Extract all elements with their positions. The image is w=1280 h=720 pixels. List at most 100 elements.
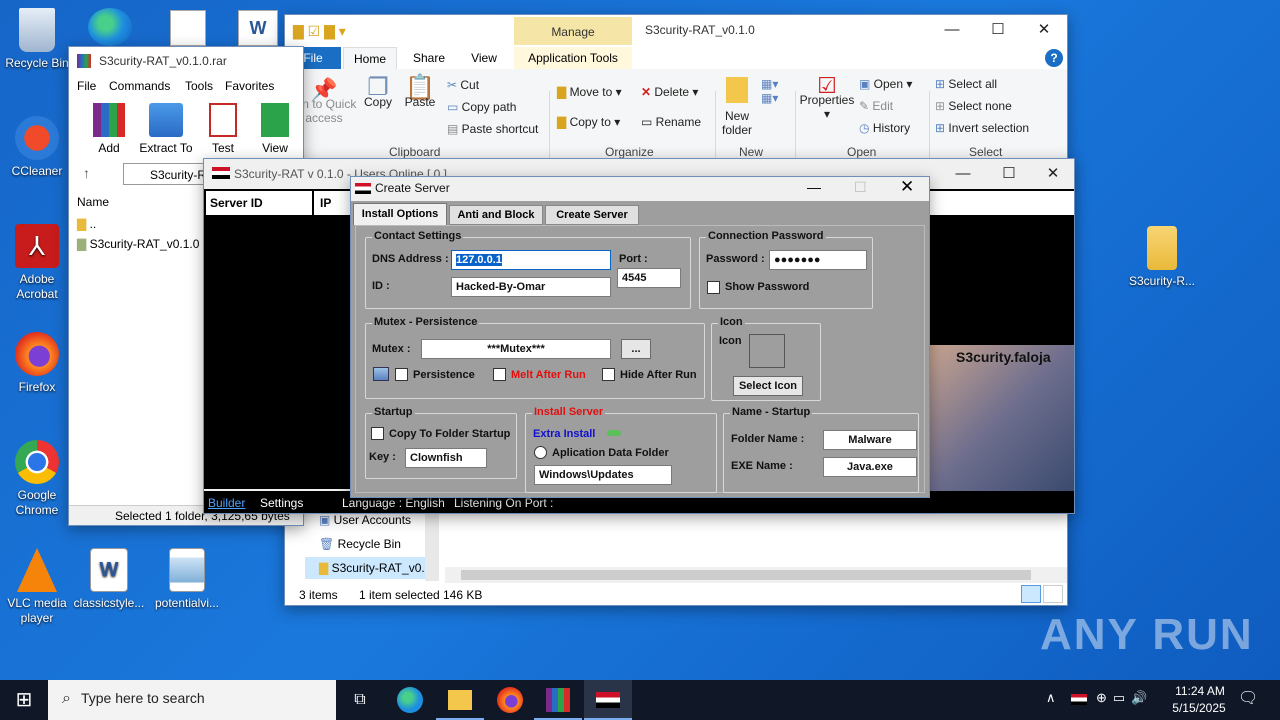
properties-button[interactable]: ☑ Properties ▾ [799, 75, 855, 122]
melt-after-run-checkbox[interactable] [493, 368, 506, 381]
ccleaner-desktop-icon[interactable]: CCleaner [0, 116, 74, 179]
builder-tab[interactable]: Builder [208, 496, 245, 510]
key-input[interactable]: Clownfish [405, 448, 487, 468]
adobe-acrobat-desktop-icon[interactable]: ⅄ Adobe Acrobat [0, 224, 74, 302]
select-none-button[interactable]: ⊞ Select none [935, 99, 1012, 113]
taskbar-firefox[interactable] [486, 680, 534, 720]
word-desktop-icon[interactable]: W [238, 10, 278, 46]
tab-share[interactable]: Share [407, 47, 451, 69]
edge-desktop-icon[interactable] [88, 8, 132, 46]
column-name[interactable]: Name [77, 195, 109, 209]
port-input[interactable]: 4545 [617, 268, 681, 288]
potentialvi-desktop-icon[interactable]: potentialvi... [150, 548, 224, 611]
maximize-icon[interactable]: ☐ [986, 159, 1032, 189]
test-button[interactable]: Test [203, 103, 243, 155]
notification-icon[interactable]: 🗨 [1238, 688, 1258, 708]
tab-install-options[interactable]: Install Options [353, 203, 447, 225]
task-view-button[interactable]: ⧉ [336, 680, 384, 720]
firefox-desktop-icon[interactable]: Firefox [0, 332, 74, 395]
install-path-input[interactable]: Windows\Updates [534, 465, 672, 485]
close-icon[interactable]: ✕ [1021, 15, 1067, 45]
horizontal-scrollbar[interactable] [445, 567, 1067, 583]
new-folder-button[interactable]: New folder [719, 77, 755, 137]
taskbar-edge[interactable] [386, 680, 434, 720]
classicstyle-desktop-icon[interactable]: W classicstyle... [72, 548, 146, 611]
select-all-button[interactable]: ⊞ Select all [935, 77, 997, 91]
start-button[interactable]: ⊞ [0, 680, 48, 720]
new-item-icons[interactable]: ▦▾ ▦▾ [761, 77, 778, 105]
extract-to-button[interactable]: Extract To [139, 103, 193, 155]
help-icon[interactable]: ? [1045, 49, 1063, 67]
list-item[interactable]: ▇ .. [77, 217, 96, 231]
image-desktop-icon[interactable] [170, 10, 206, 46]
persistence-checkbox[interactable] [395, 368, 408, 381]
nav-item-recycle-bin[interactable]: 🗑 Recycle Bin [319, 537, 401, 551]
vlc-desktop-icon[interactable]: VLC media player [0, 548, 74, 626]
copy-path-button[interactable]: ▭ Copy path [447, 100, 516, 114]
exe-name-input[interactable]: Java.exe [823, 457, 917, 477]
taskbar-file-explorer[interactable] [436, 680, 484, 720]
copy-to-button[interactable]: ▇ Copy to ▾ [557, 115, 620, 129]
tab-home[interactable]: Home [343, 47, 397, 69]
column-ip[interactable]: IP [314, 191, 354, 215]
tab-create-server[interactable]: Create Server [545, 205, 639, 225]
minimize-icon[interactable]: — [807, 179, 821, 195]
clock-date[interactable]: 5/15/2025 [1166, 701, 1232, 715]
folder-name-input[interactable]: Malware [823, 430, 917, 450]
tab-anti-and-block[interactable]: Anti and Block [449, 205, 543, 225]
clock-time[interactable]: 11:24 AM [1170, 684, 1230, 698]
details-view-icon[interactable] [1021, 585, 1041, 603]
tray-chevron-icon[interactable]: ∧ [1046, 690, 1056, 706]
manage-tab[interactable]: Manage [514, 17, 632, 45]
menu-commands[interactable]: Commands [109, 79, 170, 93]
up-arrow-icon[interactable]: ↑ [83, 165, 90, 181]
paste-shortcut-button[interactable]: ▤ Paste shortcut [447, 122, 538, 136]
history-button[interactable]: ◷ History [859, 121, 910, 135]
nav-item-s3curity-folder[interactable]: ▇ S3curity-RAT_v0. [305, 557, 425, 579]
tab-application-tools[interactable]: Application Tools [514, 47, 632, 69]
password-input[interactable]: ●●●●●●● [769, 250, 867, 270]
horizontal-scroll-thumb[interactable] [461, 570, 1031, 580]
list-item[interactable]: ▇ S3curity-RAT_v0.1.0 [77, 237, 199, 251]
invert-selection-button[interactable]: ⊞ Invert selection [935, 121, 1029, 135]
edit-button[interactable]: ✎ Edit [859, 99, 893, 113]
rename-button[interactable]: ▭ Rename [641, 115, 701, 129]
tray-flag-icon[interactable] [1071, 694, 1087, 705]
minimize-icon[interactable]: — [929, 15, 975, 45]
view-button[interactable]: View [255, 103, 295, 155]
app-data-folder-radio[interactable] [534, 446, 547, 459]
menu-tools[interactable]: Tools [185, 79, 213, 93]
mutex-browse-button[interactable]: ... [621, 339, 651, 359]
add-button[interactable]: Add [89, 103, 129, 155]
mutex-input[interactable]: ***Mutex*** [421, 339, 611, 359]
delete-button[interactable]: ✕ Delete ▾ [641, 85, 698, 99]
column-server-id[interactable]: Server ID [206, 191, 312, 215]
menu-file[interactable]: File [77, 79, 96, 93]
select-icon-button[interactable]: Select Icon [733, 376, 803, 396]
s3curity-folder-desktop-icon[interactable]: S3curity-R... [1122, 226, 1202, 289]
dns-address-input[interactable]: 127.0.0.1 [451, 250, 611, 270]
close-icon[interactable]: ✕ [900, 177, 914, 197]
close-icon[interactable]: ✕ [1030, 159, 1076, 189]
menu-favorites[interactable]: Favorites [225, 79, 274, 93]
maximize-icon[interactable]: ☐ [975, 15, 1021, 45]
minimize-icon[interactable]: — [940, 159, 986, 189]
id-input[interactable]: Hacked-By-Omar [451, 277, 611, 297]
tray-icons[interactable]: ⊕▭🔊 [1096, 690, 1153, 706]
nav-item-user-accounts[interactable]: ▣ User Accounts [319, 513, 411, 527]
settings-tab[interactable]: Settings [260, 496, 303, 510]
cut-button[interactable]: ✂ Cut [447, 78, 479, 92]
hide-after-run-checkbox[interactable] [602, 368, 615, 381]
quick-access-toolbar[interactable]: ▇ ☑ ▇ ▾ [293, 23, 383, 39]
recycle-bin-desktop-icon[interactable]: Recycle Bin [0, 8, 74, 71]
show-password-checkbox[interactable] [707, 281, 720, 294]
move-to-button[interactable]: ▇ Move to ▾ [557, 85, 622, 99]
taskbar-winrar[interactable] [534, 680, 582, 720]
tab-view[interactable]: View [461, 47, 507, 69]
paste-button[interactable]: 📋 Paste [403, 76, 437, 110]
open-button[interactable]: ▣ Open ▾ [859, 77, 912, 91]
chrome-desktop-icon[interactable]: Google Chrome [0, 440, 74, 518]
search-box[interactable]: ⌕ Type here to search [48, 680, 336, 720]
taskbar-rat[interactable] [584, 680, 632, 720]
tiles-view-icon[interactable] [1043, 585, 1063, 603]
